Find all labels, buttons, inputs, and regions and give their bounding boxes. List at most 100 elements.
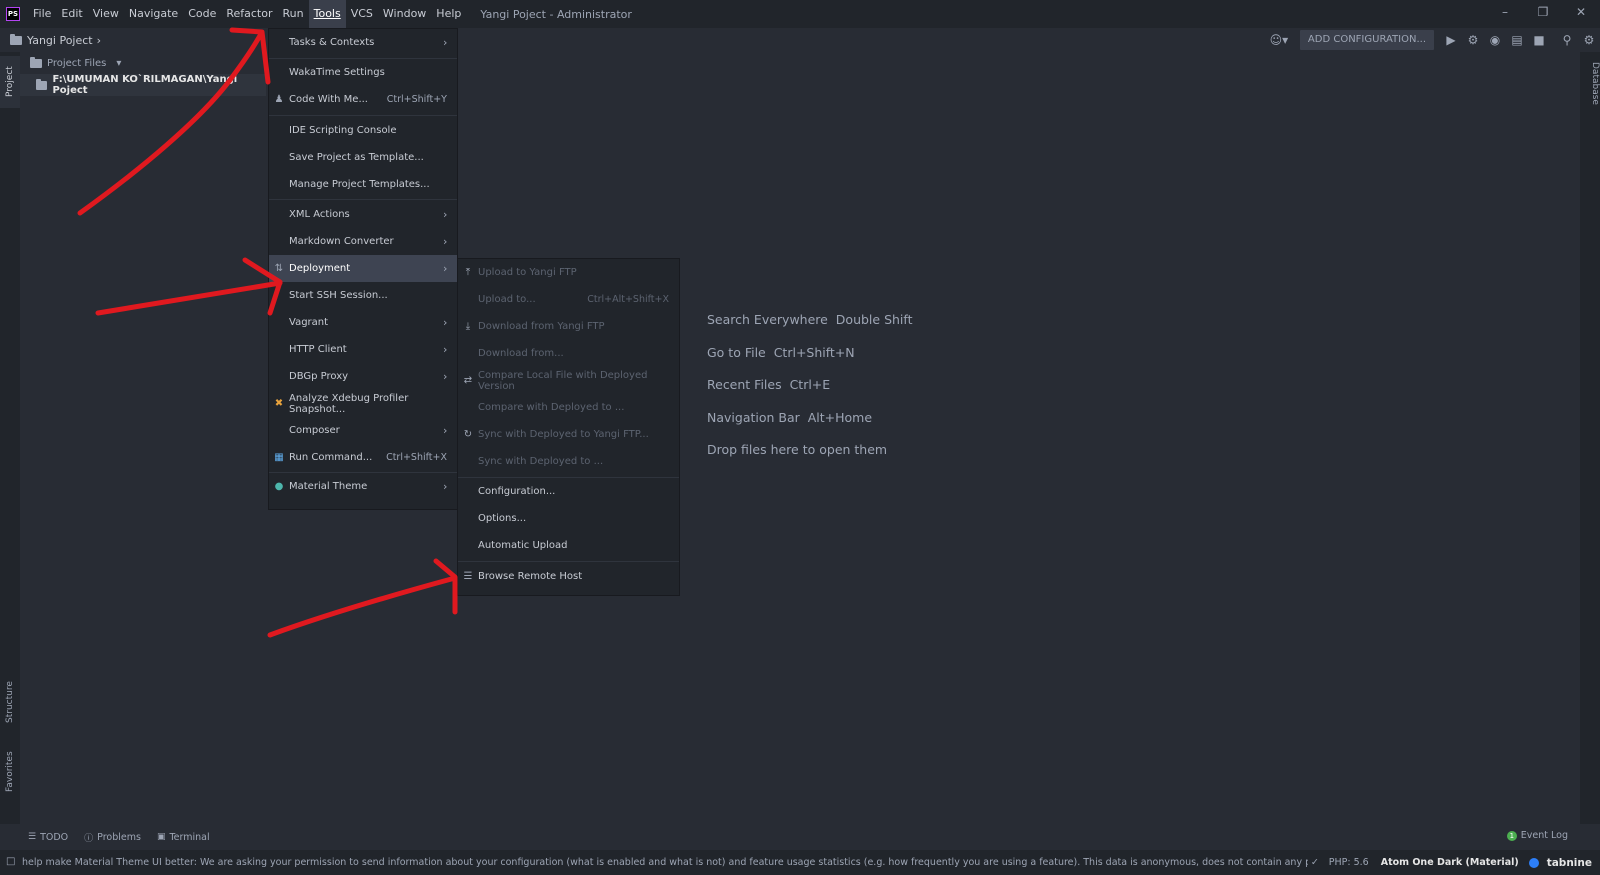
info-icon: ⓘ bbox=[84, 833, 94, 844]
bottom-tool-bar: ☰ TODO ⓘ Problems ▣ Terminal 1 Event Log bbox=[20, 826, 1580, 848]
tools-menu-markdown-converter[interactable]: Markdown Converter › bbox=[269, 228, 457, 255]
close-icon[interactable]: ✕ bbox=[1562, 0, 1600, 24]
project-root-path: F:\UMUMAN KO`RILMAGAN\Yangi Poject bbox=[52, 74, 238, 96]
deployment-icon: ⇅ bbox=[274, 263, 284, 274]
tools-menu-run-command[interactable]: ▦ Run Command... Ctrl+Shift+X bbox=[269, 444, 457, 471]
accent-dot-icon[interactable] bbox=[1528, 857, 1539, 868]
menu-refactor[interactable]: Refactor bbox=[221, 0, 277, 28]
tools-menu-start-ssh[interactable]: Start SSH Session... bbox=[269, 282, 457, 309]
tools-menu-save-project-template[interactable]: Save Project as Template... bbox=[269, 144, 457, 171]
project-view-selector[interactable]: Project Files ▾ bbox=[20, 52, 266, 74]
project-view-label: Project Files bbox=[47, 57, 107, 69]
tools-menu-http-client[interactable]: HTTP Client › bbox=[269, 336, 457, 363]
submenu-arrow-icon: › bbox=[443, 36, 448, 49]
tools-menu-composer[interactable]: Composer › bbox=[269, 417, 457, 444]
deploy-sync-yangi-ftp[interactable]: ↻ Sync with Deployed to Yangi FTP... bbox=[458, 421, 679, 448]
tools-menu-tasks-contexts[interactable]: Tasks & Contexts › bbox=[269, 29, 457, 56]
structure-tool-tab[interactable]: Structure bbox=[0, 672, 20, 732]
submenu-arrow-icon: › bbox=[443, 343, 448, 356]
people-icon: ♟ bbox=[274, 94, 284, 105]
submenu-arrow-icon: › bbox=[443, 316, 448, 329]
chevron-down-icon: ▾ bbox=[116, 57, 122, 69]
deploy-browse-remote-host[interactable]: ☰ Browse Remote Host bbox=[458, 563, 679, 590]
submenu-arrow-icon: › bbox=[443, 235, 448, 248]
check-icon[interactable]: ✓ bbox=[1311, 857, 1319, 868]
upload-icon: ⤒ bbox=[465, 267, 471, 278]
deploy-compare-with[interactable]: Compare with Deployed to ... bbox=[458, 394, 679, 421]
theme-indicator[interactable]: Atom One Dark (Material) bbox=[1381, 857, 1519, 868]
deployment-submenu: ⤒ Upload to Yangi FTP Upload to... Ctrl+Al… bbox=[457, 258, 680, 596]
favorites-tool-tab[interactable]: Favorites bbox=[0, 742, 20, 802]
tools-menu-wakatime[interactable]: WakaTime Settings bbox=[269, 59, 457, 86]
breadcrumb-project: Yangi Poject bbox=[27, 33, 93, 47]
event-log-button[interactable]: 1 Event Log bbox=[1506, 830, 1568, 841]
list-icon: ☰ bbox=[28, 832, 37, 842]
tools-menu-manage-templates[interactable]: Manage Project Templates... bbox=[269, 171, 457, 198]
hint-navigation-bar: Navigation Bar Alt+Home bbox=[707, 409, 873, 425]
debug-icon[interactable]: ⚙ bbox=[1462, 33, 1484, 47]
menu-code[interactable]: Code bbox=[183, 0, 221, 28]
deploy-download-yangi-ftp[interactable]: ⤓ Download from Yangi FTP bbox=[458, 313, 679, 340]
breadcrumb[interactable]: Yangi Poject › bbox=[10, 33, 101, 47]
restore-icon[interactable]: ❐ bbox=[1524, 0, 1562, 24]
add-configuration-button[interactable]: ADD CONFIGURATION... bbox=[1299, 30, 1434, 50]
minimize-icon[interactable]: – bbox=[1486, 0, 1524, 24]
todo-tool-button[interactable]: ☰ TODO bbox=[28, 832, 68, 843]
stop-icon[interactable]: ■ bbox=[1528, 33, 1550, 47]
menu-window[interactable]: Window bbox=[378, 0, 431, 28]
run-icon[interactable]: ▶ bbox=[1440, 33, 1462, 47]
left-tool-strip: Project Structure Favorites bbox=[0, 52, 20, 824]
search-icon[interactable]: ⚲ bbox=[1556, 33, 1578, 47]
menu-file[interactable]: File bbox=[28, 0, 56, 28]
deploy-options[interactable]: Options... bbox=[458, 505, 679, 532]
tabnine-indicator[interactable]: tabnine bbox=[1547, 857, 1592, 869]
status-toggle-icon[interactable]: □ bbox=[6, 856, 15, 867]
deploy-download-from[interactable]: Download from... bbox=[458, 340, 679, 367]
problems-tool-button[interactable]: ⓘ Problems bbox=[84, 831, 141, 844]
tools-menu-code-with-me[interactable]: ♟ Code With Me... Ctrl+Shift+Y bbox=[269, 86, 457, 113]
menu-run[interactable]: Run bbox=[278, 0, 309, 28]
menu-edit[interactable]: Edit bbox=[56, 0, 87, 28]
tools-menu-material-theme[interactable]: ● Material Theme › bbox=[269, 473, 457, 500]
tools-menu-ide-scripting-console[interactable]: IDE Scripting Console bbox=[269, 117, 457, 144]
tools-menu-vagrant[interactable]: Vagrant › bbox=[269, 309, 457, 336]
deploy-compare-local[interactable]: ⇄ Compare Local File with Deployed Versio… bbox=[458, 367, 679, 394]
profile-icon[interactable]: ▤ bbox=[1506, 33, 1528, 47]
menu-tools[interactable]: Tools bbox=[308, 0, 346, 28]
project-panel: Project Files ▾ F:\UMUMAN KO`RILMAGAN\Ya… bbox=[20, 52, 266, 824]
terminal-tool-button[interactable]: ▣ Terminal bbox=[157, 832, 210, 843]
menu-vcs[interactable]: VCS bbox=[346, 0, 378, 28]
menu-navigate[interactable]: Navigate bbox=[124, 0, 183, 28]
xdebug-icon: ✖ bbox=[274, 398, 284, 409]
menu-help[interactable]: Help bbox=[431, 0, 466, 28]
hint-drop-files: Drop files here to open them bbox=[707, 442, 888, 457]
remote-host-icon: ☰ bbox=[463, 571, 473, 582]
database-tool-tab[interactable]: Database bbox=[1580, 58, 1600, 109]
tools-menu-dbgp-proxy[interactable]: DBGp Proxy › bbox=[269, 363, 457, 390]
coverage-icon[interactable]: ◉ bbox=[1484, 33, 1506, 47]
deploy-configuration[interactable]: Configuration... bbox=[458, 478, 679, 505]
php-version[interactable]: PHP: 5.6 bbox=[1329, 857, 1369, 868]
status-message[interactable]: help make Material Theme UI better: We a… bbox=[22, 857, 1308, 868]
material-icon: ● bbox=[274, 481, 284, 492]
deploy-upload-to[interactable]: Upload to... Ctrl+Alt+Shift+X bbox=[458, 286, 679, 313]
empty-editor-hints: Search Everywhere Double Shift Go to Fil… bbox=[707, 312, 912, 475]
terminal-icon: ▦ bbox=[274, 452, 284, 463]
deploy-automatic-upload[interactable]: Automatic Upload bbox=[458, 532, 679, 559]
tools-menu-xdebug-snapshot[interactable]: ✖ Analyze Xdebug Profiler Snapshot... bbox=[269, 390, 457, 417]
deploy-sync-with[interactable]: Sync with Deployed to ... bbox=[458, 448, 679, 475]
sync-icon: ↻ bbox=[463, 429, 473, 440]
deploy-upload-yangi-ftp[interactable]: ⤒ Upload to Yangi FTP bbox=[458, 259, 679, 286]
project-tool-tab[interactable]: Project bbox=[0, 56, 20, 108]
submenu-arrow-icon: › bbox=[443, 208, 448, 221]
compare-icon: ⇄ bbox=[463, 375, 473, 386]
hint-go-to-file: Go to File Ctrl+Shift+N bbox=[707, 344, 855, 360]
settings-icon[interactable]: ⚙ bbox=[1578, 33, 1600, 47]
tools-menu-deployment[interactable]: ⇅ Deployment › bbox=[269, 255, 457, 282]
menu-view[interactable]: View bbox=[88, 0, 124, 28]
project-root-node[interactable]: F:\UMUMAN KO`RILMAGAN\Yangi Poject bbox=[20, 74, 266, 96]
submenu-arrow-icon: › bbox=[443, 262, 448, 275]
tools-menu-xml-actions[interactable]: XML Actions › bbox=[269, 201, 457, 228]
user-icon[interactable]: ☺▾ bbox=[1264, 33, 1294, 47]
phpstorm-logo-icon: PS bbox=[6, 7, 20, 21]
